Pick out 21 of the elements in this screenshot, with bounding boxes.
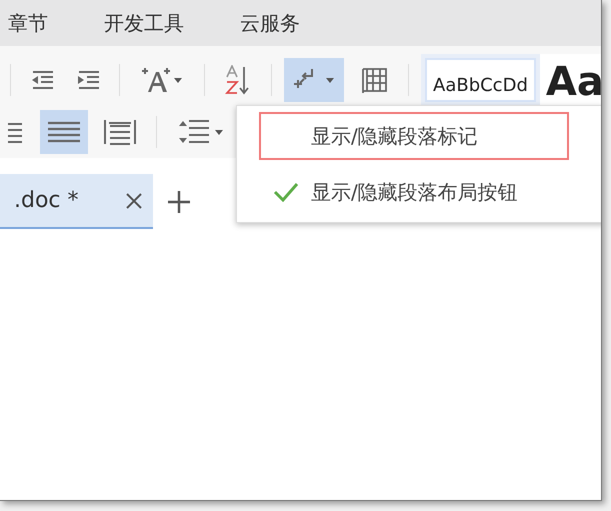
plus-icon[interactable]: [166, 190, 191, 214]
distribute-icon: [104, 119, 136, 145]
menu-item[interactable]: 开发工具: [104, 10, 184, 36]
toolbar-button[interactable]: [284, 58, 344, 102]
justify-icon: [48, 120, 80, 144]
outdent-icon: [31, 70, 53, 90]
indent-icon: [77, 70, 99, 90]
line-spacing-icon: [177, 118, 223, 146]
font-grow-icon: [140, 66, 184, 94]
style-preview[interactable]: AaBbCcDd: [427, 60, 534, 100]
sort-icon: [225, 65, 251, 95]
check-icon: [273, 182, 299, 202]
toolbar-button[interactable]: [40, 110, 88, 154]
document-tab[interactable]: .doc *: [0, 174, 153, 229]
menu-option[interactable]: 显示/隐藏段落标记: [259, 112, 569, 160]
menu-option[interactable]: 显示/隐藏段落布局按钮: [259, 168, 569, 216]
table-icon: [360, 66, 388, 94]
style-preview[interactable]: Aa: [540, 54, 601, 106]
menu-item[interactable]: 云服务: [240, 10, 300, 36]
menu-item[interactable]: 章节: [8, 10, 48, 36]
align-left-icon: [8, 121, 24, 143]
